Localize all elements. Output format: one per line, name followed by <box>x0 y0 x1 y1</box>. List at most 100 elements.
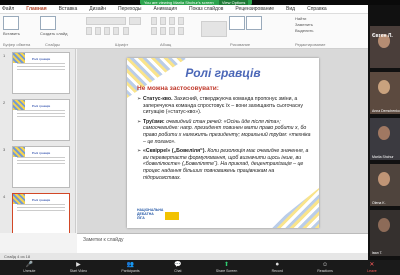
italic-button[interactable] <box>95 27 102 35</box>
justify-button[interactable] <box>178 27 185 35</box>
tab-view[interactable]: Вид <box>286 6 295 12</box>
thumbnail-pattern <box>13 147 25 157</box>
slides-group-label: Слайды <box>45 42 60 47</box>
font-family-select[interactable] <box>86 17 126 25</box>
chat-label: Chat <box>174 269 182 273</box>
tab-design[interactable]: Дизайн <box>89 6 106 12</box>
tab-animations[interactable]: Анимация <box>154 6 177 12</box>
font-group-label: Шрифт <box>115 42 129 47</box>
select-button[interactable]: Выделить <box>295 28 313 34</box>
bullet-item: ➢ Труїзми: очевидний стан речей: «Осінь … <box>137 119 312 145</box>
video-tile[interactable]: Anna Demchenko <box>370 72 400 114</box>
chat-button[interactable]: 💬 Chat <box>174 262 181 273</box>
video-tile[interactable]: Іван Т. <box>370 210 400 256</box>
align-left-button[interactable] <box>151 27 157 35</box>
tab-transitions[interactable]: Переходы <box>118 6 141 12</box>
video-label: Start Video <box>69 269 88 273</box>
bullet-item: ➢ «Сквірреl» („Бовеліля“). Коли резолюці… <box>137 148 312 181</box>
ribbon-tabs: Файл Главная Вставка Дизайн Переходы Ани… <box>0 5 368 14</box>
line-spacing-button[interactable] <box>178 17 185 25</box>
chat-icon: 💬 <box>174 262 182 268</box>
drawing-group <box>200 16 263 38</box>
new-slide-label: Создать слайд <box>40 31 68 36</box>
slide-bullets[interactable]: ➢ Статус-кво. Захисний, стверджуюча кома… <box>137 96 312 184</box>
share-screen-icon: ⬆ <box>224 262 230 268</box>
strikethrough-button[interactable] <box>113 27 120 35</box>
thumbnail-number: 4 <box>3 194 6 199</box>
tab-file[interactable]: Файл <box>2 6 14 12</box>
slide-canvas: Ролі гравців Не можна застосовувати: ➢ С… <box>77 49 368 233</box>
participant-name: Mariia Shchur <box>372 155 394 159</box>
font-size-select[interactable] <box>129 17 142 25</box>
shapes-gallery[interactable] <box>201 20 227 37</box>
arrange-button[interactable] <box>229 16 246 30</box>
mute-button[interactable]: 🎤 Unmute <box>23 262 35 273</box>
current-slide[interactable]: Ролі гравців Не можна застосовувати: ➢ С… <box>127 58 319 228</box>
bold-button[interactable] <box>86 27 92 35</box>
bullet-term: «Сквірреl» („Бовеліля“). <box>143 148 206 155</box>
thumbnail-number: 2 <box>3 100 6 105</box>
participants-button[interactable]: 👥 Participants <box>121 262 139 273</box>
ribbon: Вставить Буфер обмена Создать слайд Слай… <box>0 14 368 49</box>
indent-button[interactable] <box>169 17 176 25</box>
video-tile[interactable]: Olena K. <box>370 164 400 206</box>
leave-label: Leave <box>367 269 377 273</box>
video-button[interactable]: ▶ Start Video <box>70 262 87 273</box>
share-screen-label: Share Screen <box>215 269 238 273</box>
tab-insert[interactable]: Вставка <box>59 6 78 12</box>
partner-logo <box>165 212 179 220</box>
decorative-pattern <box>269 188 319 228</box>
numbering-button[interactable] <box>160 17 167 25</box>
font-group <box>85 16 142 36</box>
status-bar: Слайд 4 из 18 <box>0 253 368 260</box>
quick-styles-button[interactable] <box>246 16 263 30</box>
editing-group: Найти Заменить Выделить <box>295 16 313 34</box>
font-color-button[interactable] <box>122 27 129 35</box>
slide-notes[interactable]: Заметки к слайду <box>77 233 368 253</box>
slide-thumbnail[interactable]: 3 Ролі гравців <box>3 146 70 188</box>
leave-button[interactable]: ✕ Leave <box>367 262 377 273</box>
reactions-icon: ☺ <box>321 262 329 268</box>
thumbnail-number: 1 <box>3 53 6 58</box>
paste-button[interactable] <box>3 16 19 30</box>
participant-name: Anna Demchenko <box>372 109 400 113</box>
mic-icon: 🎤 <box>25 262 34 268</box>
slide-subtitle[interactable]: Не можна застосовувати: <box>137 85 219 92</box>
debate-league-logo: НАЦІОНАЛЬНА ДЕБАТНА ЛІГА <box>137 208 164 220</box>
tab-slideshow[interactable]: Показ слайдов <box>189 6 223 12</box>
speaker-name: Євген Л. <box>372 33 393 39</box>
thumbnail-number: 3 <box>3 147 6 152</box>
video-icon: ▶ <box>76 262 81 268</box>
powerpoint-window: Файл Главная Вставка Дизайн Переходы Ани… <box>0 5 368 260</box>
tab-help[interactable]: Справка <box>307 6 327 12</box>
participant-avatar <box>378 126 390 140</box>
slide-thumbnails-panel: 1 Ролі гравців 2 Ролі гравців 3 Ролі гра… <box>0 49 76 233</box>
align-right-button[interactable] <box>169 27 176 35</box>
slide-title[interactable]: Ролі гравців <box>127 66 319 80</box>
new-slide-button[interactable] <box>40 16 56 30</box>
tab-home[interactable]: Главная <box>26 6 46 12</box>
reactions-button[interactable]: ☺ Reactions <box>317 262 333 273</box>
record-label: Record <box>271 269 283 273</box>
participant-avatar <box>378 218 390 232</box>
clipboard-group: Вставить <box>3 16 20 36</box>
align-center-button[interactable] <box>160 27 167 35</box>
slide-thumbnail[interactable]: 1 Ролі гравців <box>3 52 70 94</box>
bullet-term: Статус-кво. <box>143 96 173 102</box>
thumbnail-pattern <box>13 100 25 110</box>
share-screen-button[interactable]: ⬆ Share Screen <box>216 262 237 273</box>
record-icon: ⏺ <box>275 262 279 268</box>
record-button[interactable]: ⏺ Record <box>272 262 283 273</box>
video-tile[interactable]: Mariia Shchur <box>370 118 400 160</box>
participants-label: Participants <box>121 269 140 273</box>
bullets-button[interactable] <box>151 17 157 25</box>
paragraph-group-label: Абзац <box>160 42 172 47</box>
drawing-group-label: Рисование <box>230 42 251 47</box>
tab-review[interactable]: Рецензирование <box>235 6 274 12</box>
slide-thumbnail[interactable]: 2 Ролі гравців <box>3 99 70 141</box>
slides-group: Создать слайд <box>40 16 67 36</box>
bullet-text: очевидний стан речей: «Осінь йде після л… <box>143 118 311 145</box>
underline-button[interactable] <box>104 27 111 35</box>
mute-label: Unmute <box>23 269 36 273</box>
slide-thumbnail-selected[interactable]: 4 Ролі гравців <box>3 193 70 233</box>
